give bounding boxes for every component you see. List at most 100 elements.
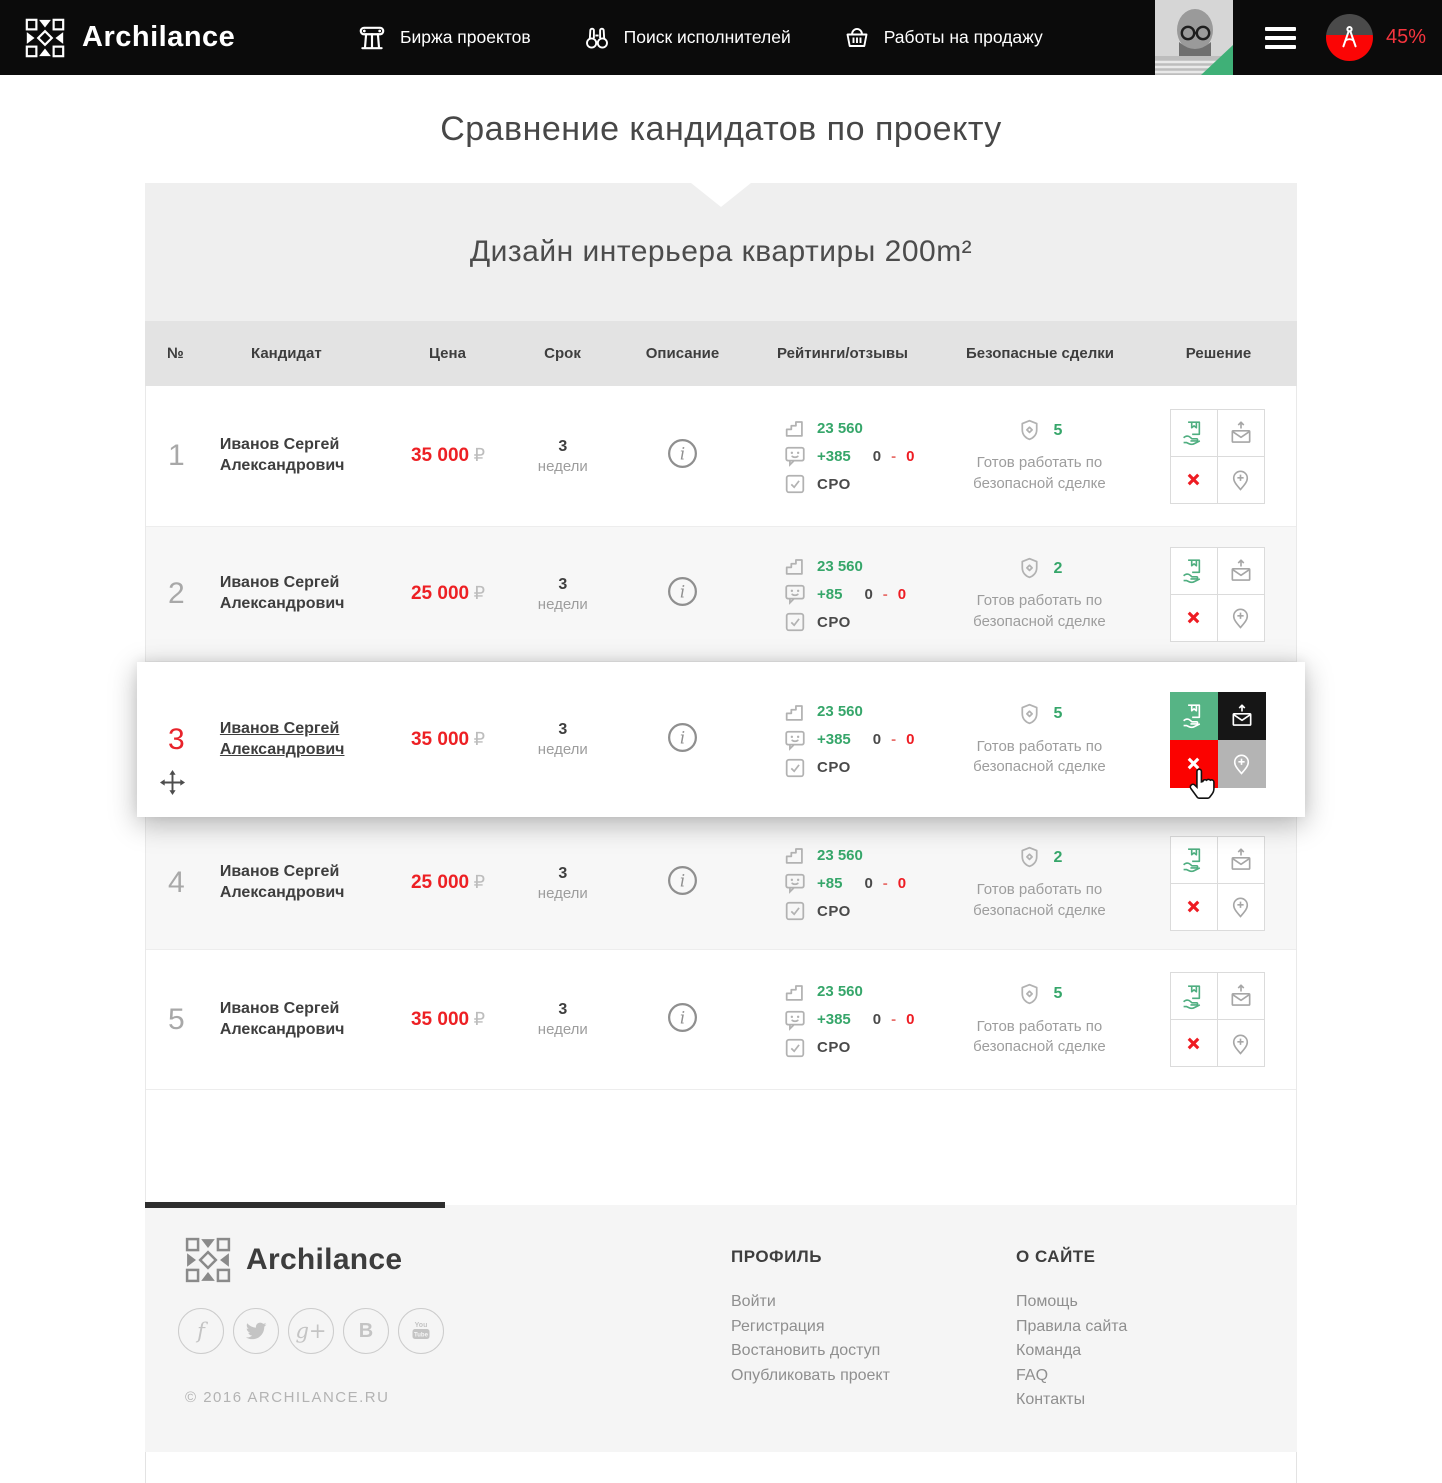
- location-add-button[interactable]: [1218, 740, 1266, 788]
- footer-link-login[interactable]: Войти: [731, 1290, 890, 1315]
- price-value: 25 000: [411, 583, 469, 604]
- reviews-neutral: 0: [873, 1011, 881, 1028]
- footer-link-faq[interactable]: FAQ: [1016, 1364, 1127, 1389]
- twitter-icon[interactable]: [233, 1308, 279, 1354]
- contract-icon: [1180, 557, 1207, 584]
- reviews-negative: 0: [898, 586, 906, 603]
- info-icon[interactable]: [667, 576, 698, 607]
- facebook-icon[interactable]: f: [178, 1308, 224, 1354]
- nav-item-projects-exchange[interactable]: Биржа проектов: [357, 23, 531, 53]
- nav-label: Биржа проектов: [400, 27, 531, 48]
- checkbox-icon: [783, 1036, 807, 1060]
- move-arrows-icon: [159, 769, 186, 796]
- footer-link-contacts[interactable]: Контакты: [1016, 1388, 1127, 1413]
- safe-deals-count: 2: [1054, 849, 1063, 867]
- currency-sign: ₽: [474, 729, 485, 749]
- reject-button[interactable]: [1170, 456, 1218, 504]
- send-message-icon: [1229, 703, 1255, 729]
- hire-contract-button[interactable]: [1170, 836, 1218, 884]
- send-message-button[interactable]: [1217, 547, 1265, 595]
- send-message-button[interactable]: [1218, 692, 1266, 740]
- views-count: 23 560: [817, 703, 863, 720]
- footer-link-register[interactable]: Регистрация: [731, 1315, 890, 1340]
- hire-contract-button[interactable]: [1170, 547, 1218, 595]
- col-header-description: Описание: [620, 345, 745, 362]
- reviews-bubble-icon: [783, 444, 807, 468]
- info-icon[interactable]: [667, 722, 698, 753]
- col-header-candidate: Кандидат: [215, 345, 390, 362]
- footer-link-publish-project[interactable]: Опубликовать проект: [731, 1364, 890, 1389]
- checkbox-icon: [783, 610, 807, 634]
- hire-contract-button[interactable]: [1170, 692, 1218, 740]
- topbar-right: 45%: [1155, 0, 1442, 75]
- footer-brand-name: Archilance: [246, 1243, 402, 1277]
- send-message-button[interactable]: [1217, 972, 1265, 1020]
- candidate-name-link[interactable]: Иванов Сергей Александрович: [216, 999, 368, 1041]
- info-icon[interactable]: [667, 865, 698, 896]
- nav-item-find-performers[interactable]: Поиск исполнителей: [583, 24, 791, 52]
- footer-accent-bar: [145, 1202, 445, 1208]
- location-add-button[interactable]: [1217, 883, 1265, 931]
- candidate-name-link[interactable]: Иванов Сергей Александрович: [216, 573, 368, 615]
- brand-logo[interactable]: Archilance: [25, 18, 357, 58]
- table-row: 5 Иванов Сергей Александрович 35 000 ₽ 3…: [146, 950, 1296, 1090]
- reviews-positive: +385: [817, 1011, 851, 1028]
- hire-contract-button[interactable]: [1170, 409, 1218, 457]
- decision-buttons: [1170, 547, 1266, 642]
- decision-buttons: [1170, 836, 1266, 931]
- views-chart-icon: [783, 980, 807, 1004]
- user-avatar[interactable]: [1155, 0, 1233, 75]
- reject-button[interactable]: [1170, 740, 1218, 788]
- currency-sign: ₽: [474, 445, 485, 465]
- reviews-positive: +385: [817, 448, 851, 465]
- candidate-name-link[interactable]: Иванов Сергей Александрович: [216, 435, 368, 477]
- hire-contract-button[interactable]: [1170, 972, 1218, 1020]
- table-bottom-spacer: [146, 1090, 1296, 1205]
- location-add-button[interactable]: [1217, 456, 1265, 504]
- footer-column-title: ПРОФИЛЬ: [731, 1247, 890, 1267]
- drag-move-handle[interactable]: [159, 769, 186, 801]
- shield-icon: [1017, 418, 1042, 443]
- send-message-button[interactable]: [1217, 409, 1265, 457]
- candidate-name-link[interactable]: Иванов Сергей Александрович: [216, 862, 368, 904]
- reject-button[interactable]: [1170, 594, 1218, 642]
- completion-percent: 45%: [1386, 26, 1426, 49]
- profile-completion-gauge[interactable]: 45%: [1326, 14, 1442, 61]
- hamburger-menu-icon[interactable]: [1265, 22, 1296, 54]
- location-add-button[interactable]: [1217, 594, 1265, 642]
- binoculars-icon: [583, 24, 611, 52]
- reject-icon: [1184, 1034, 1203, 1053]
- youtube-tube-text: Tube: [414, 1332, 429, 1338]
- nav-item-works-for-sale[interactable]: Работы на продажу: [843, 24, 1043, 52]
- page-title: Сравнение кандидатов по проекту: [0, 75, 1442, 183]
- brand-name: Archilance: [82, 21, 235, 54]
- location-add-icon: [1228, 1031, 1253, 1056]
- footer-link-site-rules[interactable]: Правила сайта: [1016, 1315, 1127, 1340]
- send-message-icon: [1228, 847, 1254, 873]
- reject-button[interactable]: [1170, 1019, 1218, 1067]
- certification-label: СРО: [817, 1039, 851, 1056]
- location-add-button[interactable]: [1217, 1019, 1265, 1067]
- views-count: 23 560: [817, 420, 863, 437]
- location-add-icon: [1228, 467, 1253, 492]
- info-icon[interactable]: [667, 438, 698, 469]
- price-value: 35 000: [411, 729, 469, 750]
- footer-link-team[interactable]: Команда: [1016, 1339, 1127, 1364]
- footer-column-about: О САЙТЕ Помощь Правила сайта Команда FAQ…: [1016, 1247, 1127, 1413]
- footer-brand-logo[interactable]: Archilance: [185, 1237, 402, 1283]
- reviews-separator: -: [891, 1011, 896, 1028]
- checkbox-icon: [783, 472, 807, 496]
- google-plus-icon[interactable]: g+: [288, 1308, 334, 1354]
- youtube-icon[interactable]: You Tube: [398, 1308, 444, 1354]
- candidate-name-link[interactable]: Иванов Сергей Александрович: [216, 719, 368, 761]
- info-icon[interactable]: [667, 1002, 698, 1033]
- main-nav: Биржа проектов Поиск исполнителей Работы…: [357, 23, 1043, 53]
- reject-button[interactable]: [1170, 883, 1218, 931]
- views-chart-icon: [783, 416, 807, 440]
- footer-link-restore-access[interactable]: Востановить доступ: [731, 1339, 890, 1364]
- footer-link-help[interactable]: Помощь: [1016, 1290, 1127, 1315]
- send-message-button[interactable]: [1217, 836, 1265, 884]
- col-header-decision: Решение: [1140, 345, 1297, 362]
- reviews-bubble-icon: [783, 1008, 807, 1032]
- vk-icon[interactable]: B: [343, 1308, 389, 1354]
